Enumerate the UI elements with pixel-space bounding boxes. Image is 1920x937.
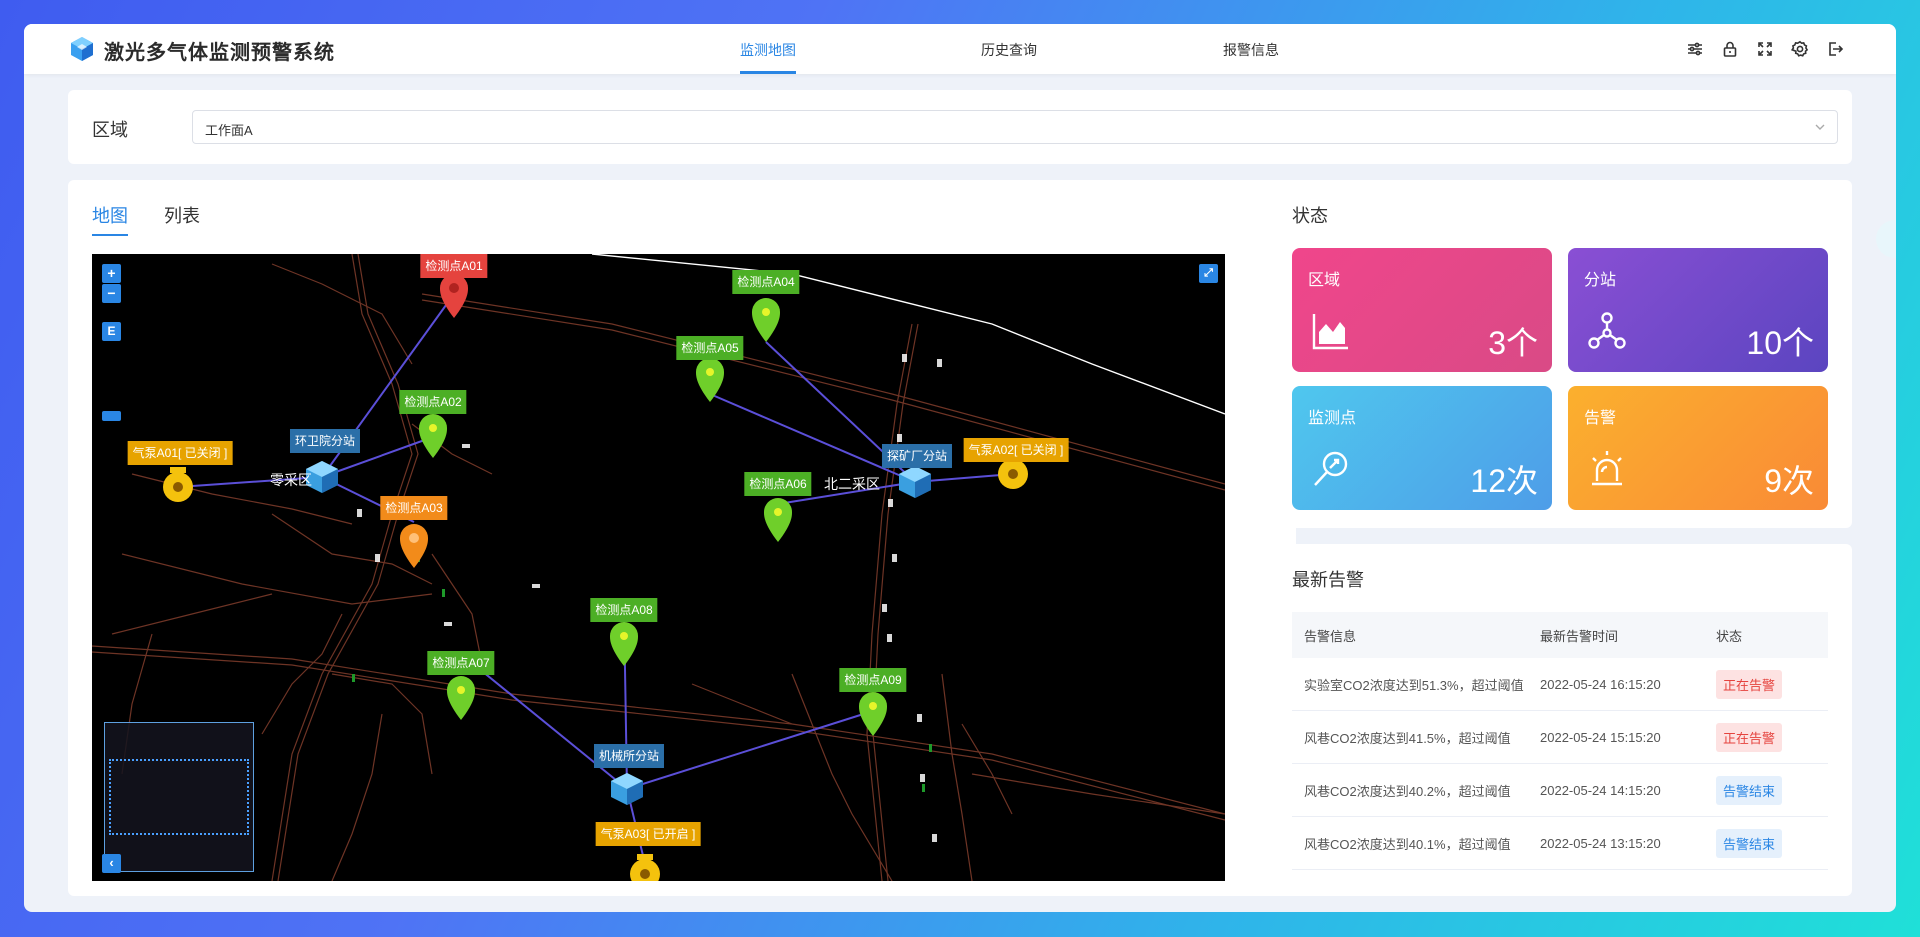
top-header: 激光多气体监测预警系统 监测地图 历史查询 报警信息: [24, 24, 1896, 74]
table-row[interactable]: 实验室CO2浓度达到51.3%，超过阈值 2022-05-24 16:15:20…: [1292, 658, 1828, 711]
zoom-in-button[interactable]: +: [102, 264, 121, 283]
stat-tile-monitor-point[interactable]: 监测点 12次: [1292, 386, 1552, 510]
point-label-a06[interactable]: 检测点A06: [744, 472, 812, 496]
status-badge: 告警结束: [1716, 775, 1783, 805]
layer-e-button[interactable]: E: [102, 322, 121, 341]
table-row[interactable]: 风巷CO2浓度达到40.1%，超过阈值 2022-05-24 13:15:20 …: [1292, 817, 1828, 870]
alarms-title: 最新告警: [1292, 570, 1364, 590]
settings-icon[interactable]: [1791, 40, 1809, 58]
stat-value: 3个: [1488, 325, 1538, 361]
logout-icon[interactable]: [1826, 40, 1844, 58]
region-filter-card: 区域 工作面A: [68, 90, 1852, 164]
alarm-time: 2022-05-24 15:15:20: [1540, 729, 1661, 745]
region-label: 区域: [92, 120, 128, 140]
table-row[interactable]: 风巷CO2浓度达到41.5%，超过阈值 2022-05-24 15:15:20 …: [1292, 711, 1828, 764]
table-header: 告警信息 最新告警时间 状态: [1292, 612, 1828, 658]
fullscreen-icon[interactable]: [1756, 40, 1774, 58]
minimap-viewport[interactable]: [109, 759, 249, 835]
point-label-a04[interactable]: 检测点A04: [732, 270, 800, 294]
alarm-time: 2022-05-24 13:15:20: [1540, 835, 1661, 851]
nav-history-query[interactable]: 历史查询: [981, 40, 1037, 60]
stat-label: 分站: [1584, 272, 1617, 289]
table-row[interactable]: 风巷CO2浓度达到40.2%，超过阈值 2022-05-24 14:15:20 …: [1292, 764, 1828, 817]
status-badge: 正在告警: [1716, 722, 1783, 752]
area-chart-icon: [1312, 314, 1348, 350]
chevron-down-icon: [1815, 124, 1825, 130]
map-expand-icon[interactable]: ⤢: [1199, 264, 1218, 283]
alarm-info: 实验室CO2浓度达到51.3%，超过阈值: [1304, 677, 1524, 693]
latest-alarms-card: 最新告警 告警信息 最新告警时间 状态 实验室CO2浓度达到51.3%，超过阈值…: [1268, 544, 1852, 896]
column-header-status: 状态: [1716, 628, 1743, 644]
alarms-table: 告警信息 最新告警时间 状态 实验室CO2浓度达到51.3%，超过阈值 2022…: [1292, 612, 1828, 870]
floating-side-handle[interactable]: [1876, 220, 1896, 258]
pump-label-a03[interactable]: 气泵A03[ 已开启 ]: [595, 822, 701, 846]
collapse-minimap-button[interactable]: ‹: [102, 854, 121, 873]
cube-logo-icon: [71, 37, 93, 61]
point-label-a05[interactable]: 检测点A05: [676, 336, 744, 360]
stat-value: 12次: [1470, 463, 1538, 499]
alarm-info: 风巷CO2浓度达到40.2%，超过阈值: [1304, 783, 1511, 799]
point-label-a07[interactable]: 检测点A07: [427, 651, 495, 675]
status-badge: 正在告警: [1716, 669, 1783, 699]
stat-label: 告警: [1584, 410, 1617, 427]
zoom-out-button[interactable]: −: [102, 284, 121, 303]
status-card: 状态 区域 3个 分站 10个 监测点 12次 告警 9次: [1268, 180, 1852, 528]
stat-tile-alarm[interactable]: 告警 9次: [1568, 386, 1828, 510]
app-title: 激光多气体监测预警系统: [104, 42, 335, 64]
point-label-a02[interactable]: 检测点A02: [399, 390, 467, 414]
stat-tile-station[interactable]: 分站 10个: [1568, 248, 1828, 372]
map-background: [92, 254, 1225, 881]
region-select[interactable]: 工作面A: [192, 110, 1838, 144]
stat-value: 10个: [1746, 325, 1814, 361]
nav-monitor-map[interactable]: 监测地图: [740, 40, 796, 60]
nav-active-indicator: [740, 71, 796, 74]
tab-active-indicator: [92, 234, 128, 236]
area-text-beier: 北二采区: [824, 476, 880, 492]
stat-tile-region[interactable]: 区域 3个: [1292, 248, 1552, 372]
pump-label-a01[interactable]: 气泵A01[ 已关闭 ]: [127, 441, 233, 465]
point-label-a08[interactable]: 检测点A08: [590, 598, 658, 622]
alarm-info: 风巷CO2浓度达到41.5%，超过阈值: [1304, 730, 1511, 746]
area-text-lingcai: 零采区: [270, 472, 312, 488]
mine-map[interactable]: + − E ⤢ 检测点A01 检测点A04 检测点A05 检测点A02 环卫院分…: [92, 254, 1225, 881]
map-card: 地图 列表 + − E ⤢ 检测点A01 检测点A04 检测点A05 检测点A0…: [68, 180, 1296, 896]
point-label-a01[interactable]: 检测点A01: [420, 254, 488, 278]
status-title: 状态: [1292, 206, 1328, 226]
pump-label-a02[interactable]: 气泵A02[ 已关闭 ]: [963, 438, 1069, 462]
point-label-a03[interactable]: 检测点A03: [380, 496, 448, 520]
stat-value: 9次: [1764, 463, 1814, 499]
overview-minimap[interactable]: [104, 722, 254, 872]
alarm-info: 风巷CO2浓度达到40.1%，超过阈值: [1304, 836, 1511, 852]
region-select-value: 工作面A: [205, 123, 253, 138]
column-header-time: 最新告警时间: [1540, 628, 1619, 644]
alarm-light-icon: [1592, 451, 1622, 486]
alarm-time: 2022-05-24 14:15:20: [1540, 782, 1661, 798]
nav-alarm-info[interactable]: 报警信息: [1223, 40, 1279, 60]
stat-label: 区域: [1308, 272, 1341, 289]
tab-list[interactable]: 列表: [164, 202, 200, 228]
status-badge: 告警结束: [1716, 828, 1783, 858]
tab-map[interactable]: 地图: [92, 202, 128, 228]
station-label-huanwei[interactable]: 环卫院分站: [289, 429, 361, 453]
map-slider-handle[interactable]: [102, 411, 121, 421]
station-label-jixie[interactable]: 机械所分站: [593, 744, 665, 768]
lock-icon[interactable]: [1721, 40, 1739, 58]
sliders-icon[interactable]: [1686, 40, 1704, 58]
point-label-a09[interactable]: 检测点A09: [839, 668, 907, 692]
probe-icon: [1314, 451, 1348, 486]
column-header-info: 告警信息: [1304, 628, 1357, 644]
app-frame: 激光多气体监测预警系统 监测地图 历史查询 报警信息 区域 工作面A 地图 列表…: [24, 24, 1896, 912]
alarm-time: 2022-05-24 16:15:20: [1540, 676, 1661, 692]
stat-label: 监测点: [1308, 410, 1357, 427]
station-label-tankuang[interactable]: 探矿厂分站: [881, 444, 953, 468]
network-icon: [1588, 312, 1626, 349]
